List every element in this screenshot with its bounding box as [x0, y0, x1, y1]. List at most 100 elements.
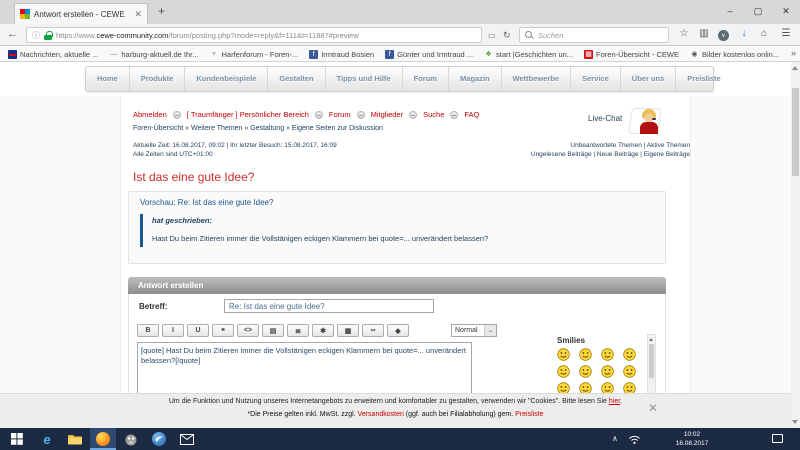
ssl-lock-icon[interactable]	[44, 30, 53, 40]
taskbar-clock[interactable]: 10:02 16.08.2017	[654, 430, 730, 448]
search-box[interactable]	[519, 27, 669, 43]
new-tab-button[interactable]: +	[158, 4, 165, 18]
tab-close-icon[interactable]: ✕	[134, 9, 142, 20]
bookmark-item[interactable]: ▬ Nachrichten, aktuelle ...	[8, 49, 98, 59]
url-field[interactable]: ⓘ https://www.cewe-community.com/forum/p…	[26, 27, 482, 43]
user-link[interactable]: [ Traumfänger ] Persönlicher Bereich	[172, 110, 309, 119]
bookmark-item[interactable]: ♆ Harfenforum - Foren-...	[210, 50, 298, 59]
versandkosten-link[interactable]: Versandkosten	[358, 411, 404, 418]
site-nav-item[interactable]: Home	[86, 67, 130, 91]
scrollbar-thumb[interactable]	[792, 88, 799, 176]
window-maximize-button[interactable]: ▢	[744, 0, 772, 22]
subject-input[interactable]	[224, 299, 434, 313]
bookmark-item[interactable]: ❖ start |Geschichten un...	[484, 50, 573, 59]
user-link-label[interactable]: Forum	[329, 110, 351, 119]
smiley-icon[interactable]	[557, 348, 570, 361]
user-link[interactable]: Abmelden	[133, 110, 167, 119]
cookie-hier-link[interactable]: hier	[609, 398, 620, 405]
mail-taskbar-button[interactable]	[174, 428, 200, 450]
firefox-taskbar-button[interactable]	[90, 428, 116, 450]
bookmark-star-icon[interactable]: ☆	[676, 28, 692, 39]
format-button[interactable]: ≣	[287, 324, 309, 337]
site-nav-item[interactable]: Magazin	[449, 67, 502, 91]
format-button[interactable]: I	[162, 324, 184, 337]
user-link[interactable]: Mitglieder	[356, 110, 404, 119]
format-button[interactable]: ▤	[262, 324, 284, 337]
scrollbar-up-icon[interactable]	[792, 66, 798, 70]
download-icon[interactable]: ↓	[736, 28, 752, 39]
page-scrollbar[interactable]	[791, 62, 800, 428]
gimp-taskbar-button[interactable]	[118, 428, 144, 450]
topic-links-line1[interactable]: Unbeantwortete Themen | Aktive Themen	[380, 141, 690, 150]
format-button[interactable]: B	[137, 324, 159, 337]
site-nav-item[interactable]: Gestalten	[268, 67, 326, 91]
wifi-icon[interactable]	[628, 434, 641, 445]
window-minimize-button[interactable]: –	[716, 0, 744, 22]
reload-icon[interactable]: ↻	[503, 30, 511, 41]
cookie-close-icon[interactable]: ✕	[648, 401, 658, 415]
preisliste-link[interactable]: Preisliste	[515, 411, 543, 418]
site-info-icon[interactable]: ⓘ	[32, 30, 40, 41]
breadcrumb[interactable]: Foren-Übersicht » Weitere Themen » Gesta…	[133, 125, 383, 132]
user-link-label[interactable]: FAQ	[464, 110, 479, 119]
site-nav-item[interactable]: Tipps und Hilfe	[326, 67, 403, 91]
action-center-icon[interactable]	[772, 434, 783, 443]
site-nav-item[interactable]: Produkte	[130, 67, 186, 91]
live-chat-avatar[interactable]	[628, 106, 664, 136]
chevron-down-icon[interactable]: ⌄	[484, 325, 496, 336]
library-icon[interactable]: ▥	[696, 28, 712, 39]
bookmark-item[interactable]: f Irmtraud Bosien	[309, 49, 374, 59]
pocket-icon[interactable]: ∨	[718, 30, 729, 41]
format-button[interactable]: ❝	[212, 324, 234, 337]
topic-links-line2[interactable]: Ungelesene Beiträge | Neue Beiträge | Ei…	[380, 150, 690, 159]
back-icon[interactable]: ←	[7, 28, 18, 40]
site-nav-item[interactable]: Service	[571, 67, 621, 91]
smiley-icon[interactable]	[579, 365, 592, 378]
user-link[interactable]: FAQ	[450, 110, 479, 119]
site-nav-item[interactable]: Über uns	[621, 67, 677, 91]
home-icon[interactable]: ⌂	[756, 28, 772, 39]
reader-mode-icon[interactable]: ▭	[488, 31, 496, 40]
bookmarks-overflow-icon[interactable]: »	[791, 48, 796, 58]
smiley-icon[interactable]	[601, 348, 614, 361]
format-button[interactable]: <>	[237, 324, 259, 337]
scrollbar-down-icon[interactable]	[792, 420, 798, 424]
smiley-icon[interactable]	[579, 348, 592, 361]
edge-taskbar-button[interactable]: e	[34, 428, 60, 450]
user-link-label[interactable]: [ Traumfänger ] Persönlicher Bereich	[187, 110, 309, 119]
site-nav-item[interactable]: Forum	[403, 67, 449, 91]
search-input[interactable]	[538, 30, 663, 40]
live-chat-label[interactable]: Live-Chat	[588, 114, 622, 123]
bookmark-item[interactable]: ▦ Foren-Übersicht - CEWE	[584, 49, 679, 59]
smiley-icon[interactable]	[623, 348, 636, 361]
thunderbird-taskbar-button[interactable]	[146, 428, 172, 450]
user-link-label[interactable]: Suche	[423, 110, 444, 119]
smiley-icon[interactable]	[557, 365, 570, 378]
user-link-label[interactable]: Mitglieder	[371, 110, 404, 119]
site-nav-item[interactable]: Kundenbeispiele	[185, 67, 269, 91]
format-button[interactable]: ▦	[337, 324, 359, 337]
scroll-up-icon[interactable]	[649, 338, 653, 341]
user-link-label[interactable]: Abmelden	[133, 110, 167, 119]
font-size-select[interactable]: Normal ⌄	[451, 324, 497, 337]
browser-tab[interactable]: Antwort erstellen - CEWE ✕	[14, 3, 148, 24]
format-button[interactable]: ◆	[387, 324, 409, 337]
format-button[interactable]: U	[187, 324, 209, 337]
format-button[interactable]: ✱	[312, 324, 334, 337]
site-nav-item[interactable]: Wettbewerbe	[502, 67, 572, 91]
window-close-button[interactable]: ✕	[772, 0, 800, 22]
smiley-icon[interactable]	[623, 365, 636, 378]
site-nav-item[interactable]: Preisliste	[676, 67, 731, 91]
smilies-scroll-thumb[interactable]	[649, 344, 654, 378]
explorer-taskbar-button[interactable]	[62, 428, 88, 450]
tray-expand-icon[interactable]: ∧	[612, 434, 618, 443]
bookmark-item[interactable]: f Günter und Irmtraud ...	[385, 49, 473, 59]
user-link[interactable]: Suche	[409, 110, 444, 119]
format-button[interactable]: ∞	[362, 324, 384, 337]
user-link[interactable]: Forum	[314, 110, 351, 119]
start-button[interactable]	[4, 428, 30, 450]
smiley-icon[interactable]	[601, 365, 614, 378]
bookmark-item[interactable]: — harburg-aktuell.de Ihr...	[109, 50, 198, 59]
bookmark-item[interactable]: ◉ Bilder kostenlos onlin...	[690, 50, 779, 59]
menu-icon[interactable]: ☰	[778, 28, 794, 39]
